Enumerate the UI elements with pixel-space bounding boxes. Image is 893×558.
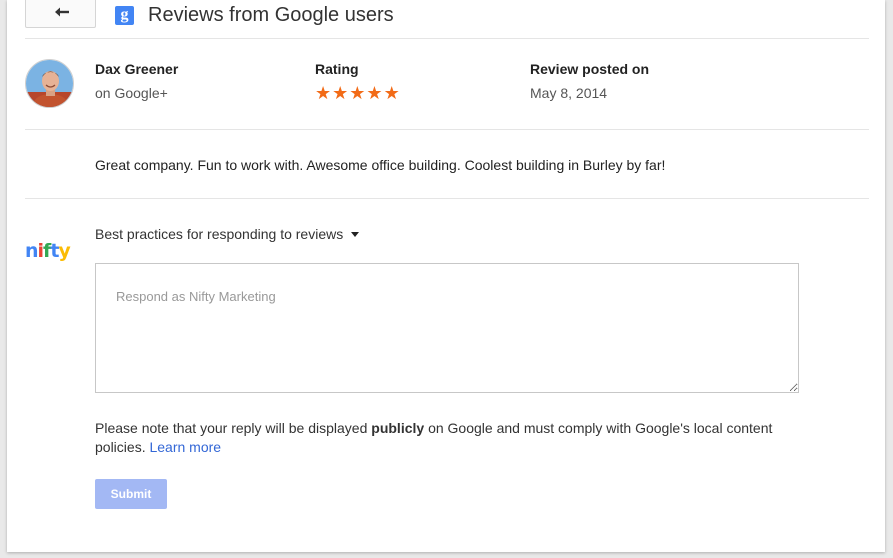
review-text: Great company. Fun to work with. Awesome… [95, 157, 666, 173]
star-icon: ★ [349, 83, 366, 103]
best-practices-dropdown[interactable]: Best practices for responding to reviews [95, 226, 360, 242]
star-icon: ★ [383, 83, 400, 103]
posted-date: May 8, 2014 [530, 85, 608, 101]
note-bold: publicly [371, 420, 425, 436]
reviewer-avatar [25, 59, 74, 108]
logo-letter: n [25, 240, 38, 262]
back-arrow-icon [55, 7, 69, 17]
best-practices-label: Best practices for responding to reviews [95, 226, 344, 242]
review-card: g Reviews from Google users Dax Greener … [7, 0, 885, 552]
header: g Reviews from Google users [7, 0, 885, 38]
note-text: Please note that your reply will be disp… [95, 420, 372, 436]
caret-down-icon [351, 232, 360, 237]
reviewer-photo [26, 60, 73, 107]
logo-letter: y [58, 240, 70, 262]
submit-button[interactable]: Submit [95, 479, 167, 509]
page-title: Reviews from Google users [148, 4, 394, 26]
google-plus-icon: g [115, 6, 134, 25]
public-reply-note: Please note that your reply will be disp… [95, 419, 785, 457]
star-icon: ★ [315, 83, 332, 103]
learn-more-link[interactable]: Learn more [149, 439, 221, 455]
posted-label: Review posted on [530, 61, 650, 77]
back-button[interactable] [25, 0, 96, 28]
reviewer-name: Dax Greener [95, 61, 179, 77]
star-icon: ★ [366, 83, 383, 103]
nifty-logo: nifty [25, 238, 79, 264]
rating-label: Rating [315, 61, 359, 77]
divider [25, 198, 869, 199]
star-icon: ★ [332, 83, 349, 103]
divider [25, 38, 869, 39]
reply-textarea[interactable] [95, 263, 799, 393]
divider [25, 129, 869, 130]
rating-stars: ★★★★★ [315, 84, 401, 102]
reviewer-source: on Google+ [95, 85, 168, 101]
